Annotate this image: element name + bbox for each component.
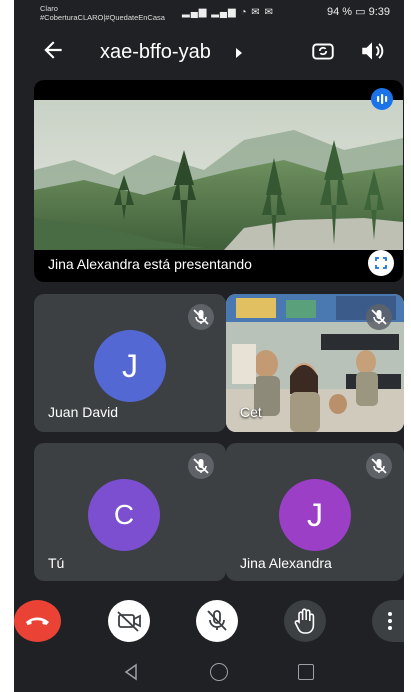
chevron-right-icon[interactable] xyxy=(236,48,242,58)
avatar: J xyxy=(279,479,351,551)
mic-off-icon xyxy=(188,453,214,479)
status-icons: ▂▄▆ ▂▄▆ ◔ ✉ ✉ xyxy=(182,7,274,18)
camera-off-button[interactable] xyxy=(108,600,150,642)
arrow-left-icon[interactable] xyxy=(40,37,66,63)
avatar: C xyxy=(88,479,160,551)
raise-hand-button[interactable] xyxy=(284,600,326,642)
nav-home-icon[interactable] xyxy=(210,663,228,681)
speaker-icon[interactable] xyxy=(359,38,385,64)
system-nav-bar xyxy=(14,652,404,692)
mic-off-icon xyxy=(188,304,214,330)
battery-level: 94 % xyxy=(326,6,353,18)
presentation-tile[interactable]: Jina Alexandra está presentando xyxy=(34,80,403,282)
participant-tile[interactable]: J Juan David xyxy=(34,294,226,432)
audio-indicator-icon xyxy=(371,88,393,110)
clock: 9:39 xyxy=(368,6,390,18)
presenter-caption: Jina Alexandra está presentando xyxy=(48,256,252,272)
meet-screen: Claro #CoberturaCLARO|#QuedateEnCasa ▂▄▆… xyxy=(14,0,404,692)
participant-name: Jina Alexandra xyxy=(240,555,332,571)
meeting-code[interactable]: xae-bffo-yab xyxy=(100,41,211,64)
mic-off-icon xyxy=(207,610,227,631)
hang-up-button[interactable] xyxy=(14,600,61,642)
participant-tile[interactable]: C Tú xyxy=(34,443,226,581)
participant-name: Juan David xyxy=(48,404,119,420)
participant-tile[interactable]: Cet xyxy=(226,294,404,432)
phone-hangup-icon xyxy=(26,617,49,625)
carrier-text: Claro #CoberturaCLARO|#QuedateEnCasa xyxy=(40,4,165,22)
top-bar: xae-bffo-yab xyxy=(14,28,404,78)
nav-back-icon[interactable] xyxy=(122,663,140,681)
mic-off-icon xyxy=(366,304,392,330)
presentation-screen-image xyxy=(34,100,403,250)
mic-off-icon xyxy=(366,453,392,479)
battery-icon: ▭ xyxy=(355,6,366,18)
participant-tile[interactable]: J Jina Alexandra xyxy=(226,443,404,581)
hand-icon xyxy=(294,608,315,634)
mic-off-button[interactable] xyxy=(196,600,238,642)
nav-recents-icon[interactable] xyxy=(298,664,314,680)
avatar: J xyxy=(94,330,166,402)
fullscreen-icon[interactable] xyxy=(368,250,394,276)
camera-switch-icon[interactable] xyxy=(310,38,336,64)
more-options-button[interactable] xyxy=(372,600,404,642)
participant-name: Tú xyxy=(48,555,65,571)
more-vert-icon xyxy=(388,612,392,630)
participant-name: Cet xyxy=(240,404,262,420)
call-controls xyxy=(14,592,404,648)
video-off-icon xyxy=(117,611,141,632)
battery-time: 94 % ▭ 9:39 xyxy=(326,6,390,18)
status-bar: Claro #CoberturaCLARO|#QuedateEnCasa ▂▄▆… xyxy=(14,0,404,24)
